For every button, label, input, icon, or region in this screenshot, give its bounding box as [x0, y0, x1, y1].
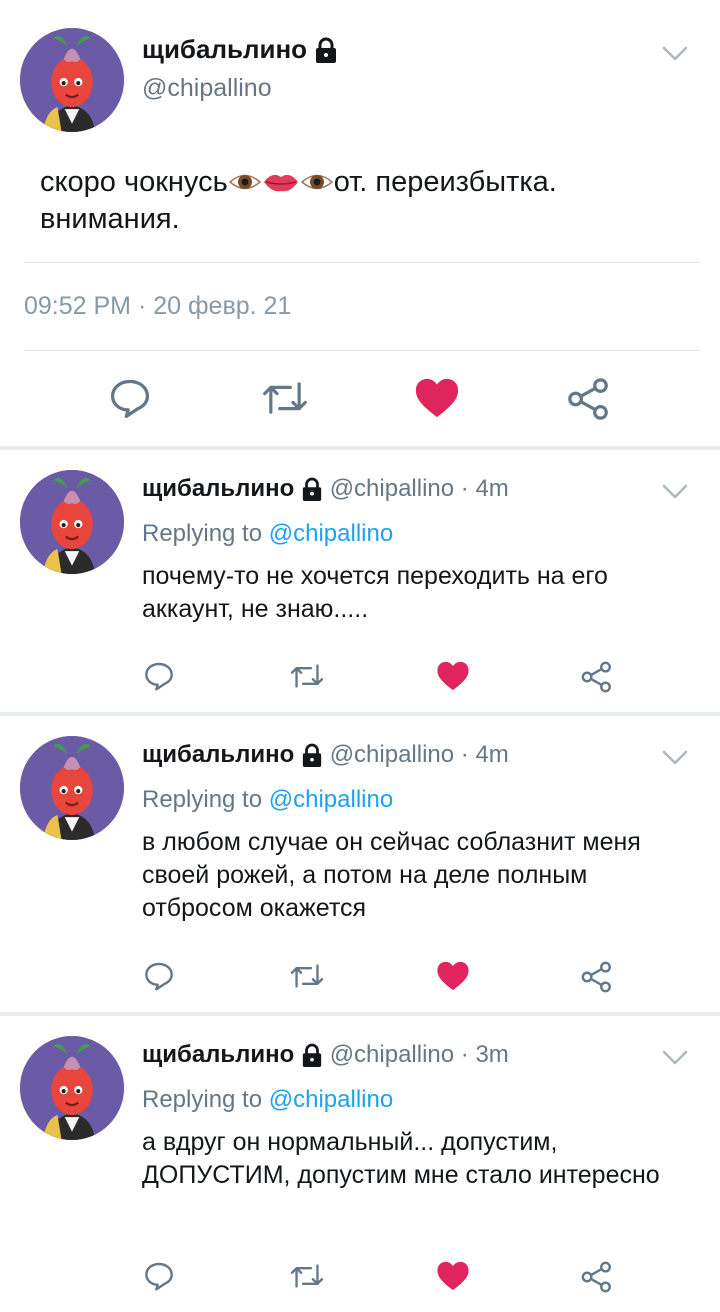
- author-display-name[interactable]: щибальлино: [142, 1041, 294, 1068]
- divider: [24, 262, 700, 263]
- avatar[interactable]: [20, 28, 124, 132]
- replying-to-mention[interactable]: @chipallino: [269, 1086, 393, 1113]
- avatar-image: [20, 736, 124, 840]
- author-handle[interactable]: @chipallino: [330, 475, 454, 502]
- replying-to: Replying to @chipallino: [142, 520, 393, 548]
- chevron-down-icon[interactable]: [662, 46, 688, 62]
- avatar[interactable]: [20, 1036, 124, 1140]
- lock-icon: [302, 477, 322, 501]
- meta-separator: ·: [454, 741, 476, 768]
- main-tweet: щибальлино @chipallino скоро чокнусь от.…: [0, 0, 720, 446]
- replying-to: Replying to @chipallino: [142, 786, 393, 814]
- tweet-actions: [0, 960, 720, 996]
- reply-icon[interactable]: [143, 1260, 175, 1292]
- tweet-text-start: скоро чокнусь: [40, 166, 228, 198]
- avatar[interactable]: [20, 736, 124, 840]
- reply-icon[interactable]: [143, 660, 175, 692]
- reply-tweet[interactable]: щибальлино @chipallino · 4m Replying to …: [0, 716, 720, 1012]
- lock-icon: [302, 743, 322, 767]
- author-handle[interactable]: @chipallino: [142, 74, 272, 103]
- reply-time[interactable]: 3m: [475, 1041, 508, 1068]
- reply-text: почему-то не хочется переходить на его а…: [142, 562, 608, 623]
- chevron-down-icon[interactable]: [662, 1050, 688, 1066]
- reply-header: щибальлино @chipallino · 3m: [142, 1041, 509, 1069]
- chevron-down-icon[interactable]: [662, 484, 688, 500]
- reply-text: в любом случае он сейчас соблазнит меня …: [142, 828, 641, 922]
- lock-icon: [316, 37, 337, 64]
- eye-emoji-icon: [228, 174, 261, 190]
- share-icon[interactable]: [580, 660, 614, 694]
- tweet-timestamp[interactable]: 09:52 PM · 20 февр. 21: [24, 292, 291, 321]
- heart-icon[interactable]: [414, 376, 460, 420]
- replying-to-label: Replying to: [142, 786, 263, 813]
- author-display-name[interactable]: щибальлино: [142, 741, 294, 768]
- tweet-actions: [0, 376, 720, 426]
- replying-to: Replying to @chipallino: [142, 1086, 393, 1114]
- retweet-icon[interactable]: [290, 660, 324, 692]
- reply-icon[interactable]: [108, 376, 152, 420]
- share-icon[interactable]: [580, 1260, 614, 1294]
- avatar-image: [20, 28, 124, 132]
- avatar-image: [20, 470, 124, 574]
- retweet-icon[interactable]: [290, 1260, 324, 1292]
- reply-tweet[interactable]: щибальлино @chipallino · 4m Replying to …: [0, 450, 720, 712]
- tweet-actions: [0, 1260, 720, 1296]
- avatar-image: [20, 1036, 124, 1140]
- share-icon[interactable]: [580, 960, 614, 994]
- retweet-icon[interactable]: [290, 960, 324, 992]
- meta-separator: ·: [454, 475, 476, 502]
- lips-emoji-icon: [263, 174, 298, 192]
- author-display-name: щибальлино: [142, 34, 308, 64]
- author-handle[interactable]: @chipallino: [330, 1041, 454, 1068]
- chevron-down-icon[interactable]: [662, 750, 688, 766]
- share-icon[interactable]: [566, 376, 612, 422]
- lock-icon: [302, 1043, 322, 1067]
- reply-header: щибальлино @chipallino · 4m: [142, 475, 509, 503]
- heart-icon[interactable]: [436, 660, 470, 692]
- reply-text: а вдруг он нормальный... допустим, ДОПУС…: [142, 1128, 660, 1189]
- author-display-name[interactable]: щибальлино: [142, 475, 294, 502]
- tweet-text: скоро чокнусь от. переизбытка. внимания.: [40, 164, 680, 238]
- reply-header: щибальлино @chipallino · 4m: [142, 741, 509, 769]
- reply-time[interactable]: 4m: [475, 741, 508, 768]
- author-name-line[interactable]: щибальлино: [142, 34, 338, 65]
- author-handle[interactable]: @chipallino: [330, 741, 454, 768]
- avatar[interactable]: [20, 470, 124, 574]
- eye-emoji-icon: [300, 174, 333, 190]
- replying-to-label: Replying to: [142, 1086, 263, 1113]
- replying-to-mention[interactable]: @chipallino: [269, 520, 393, 547]
- replying-to-mention[interactable]: @chipallino: [269, 786, 393, 813]
- reply-time[interactable]: 4m: [475, 475, 508, 502]
- replying-to-label: Replying to: [142, 520, 263, 547]
- reply-tweet[interactable]: щибальлино @chipallino · 3m Replying to …: [0, 1016, 720, 1312]
- tweet-actions: [0, 660, 720, 696]
- meta-separator: ·: [454, 1041, 476, 1068]
- divider: [24, 350, 700, 351]
- reply-icon[interactable]: [143, 960, 175, 992]
- heart-icon[interactable]: [436, 960, 470, 992]
- heart-icon[interactable]: [436, 1260, 470, 1292]
- retweet-icon[interactable]: [262, 376, 308, 420]
